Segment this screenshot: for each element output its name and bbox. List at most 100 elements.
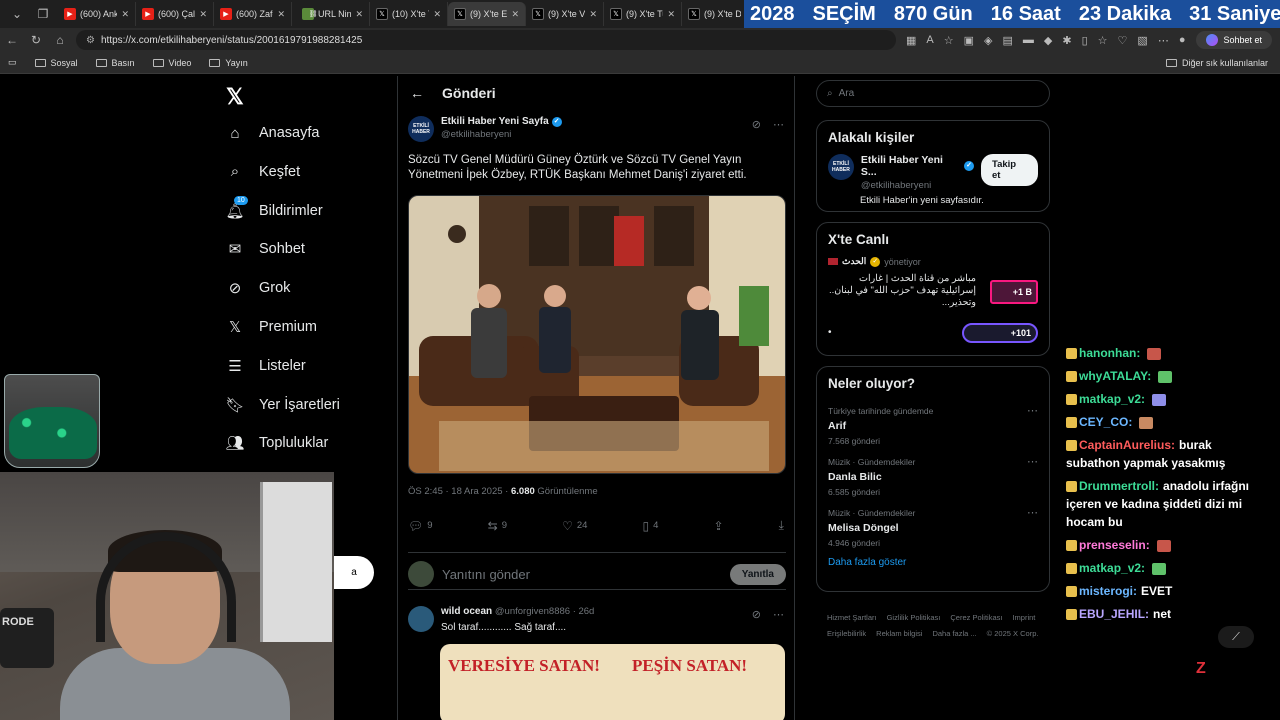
- read-aloud-icon[interactable]: A: [926, 34, 933, 47]
- browser-tab[interactable]: ▶ (600) Zafer ✕: [214, 2, 292, 26]
- nav-item-listeler[interactable]: ☰ Listeler: [226, 357, 305, 375]
- footer-link[interactable]: Reklam bilgisi: [876, 626, 922, 642]
- footer-link[interactable]: Imprint: [1012, 610, 1035, 626]
- split-screen-icon[interactable]: ▯: [1082, 34, 1088, 47]
- other-bookmarks-folder[interactable]: Diğer sık kullanılanlar: [1165, 58, 1268, 68]
- post-photo[interactable]: [408, 195, 786, 474]
- extension-icon[interactable]: ◈: [984, 34, 992, 47]
- footer-link[interactable]: © 2025 X Corp.: [987, 626, 1039, 642]
- url-field[interactable]: ⚙ https://x.com/etkilihaberyeni/status/2…: [76, 30, 896, 50]
- reply-action[interactable]: 💬︎ 9: [408, 518, 433, 533]
- extension-icon[interactable]: ▬: [1023, 34, 1034, 47]
- like-action[interactable]: ♡ 24: [562, 518, 587, 533]
- reply-input[interactable]: Yanıtını gönder: [442, 567, 722, 582]
- close-tab-icon[interactable]: ✕: [667, 9, 675, 20]
- favorites-icon[interactable]: ☆: [1098, 34, 1108, 47]
- nav-item-grok[interactable]: ⊘ Grok: [226, 279, 291, 297]
- tab-actions-icon[interactable]: ⌄: [8, 5, 26, 23]
- nav-item-bildirimler[interactable]: 🔔︎ 10 Bildirimler: [225, 195, 323, 220]
- post-more-icon[interactable]: ⋯: [773, 608, 784, 621]
- trend-more-icon[interactable]: ⋯: [1027, 506, 1038, 519]
- extension-icon[interactable]: ◆: [1044, 34, 1052, 47]
- x-logo-icon[interactable]: 𝕏: [226, 84, 244, 110]
- back-arrow-icon[interactable]: ←: [410, 85, 424, 101]
- browser-tab[interactable]: ▶ (600) Anka ✕: [58, 2, 136, 26]
- heart-icon[interactable]: ♡: [1118, 34, 1128, 47]
- close-tab-icon[interactable]: ✕: [199, 9, 207, 20]
- browser-tab[interactable]: 𝕏 (10) X'te Tü ✕: [370, 2, 448, 26]
- follow-button[interactable]: Takip et: [981, 154, 1039, 186]
- nav-item-yer-i-şaretleri[interactable]: 🔖︎ Yer İşaretleri: [225, 396, 339, 414]
- grok-explain-icon[interactable]: ⊘: [752, 608, 761, 621]
- browser-tab[interactable]: 𝕏 (9) X'te Etki✕: [448, 2, 526, 26]
- extension-icon[interactable]: ▣: [964, 34, 974, 47]
- browser-tab[interactable]: ⛓URL Ninja✕: [292, 2, 370, 26]
- hidden-post-button[interactable]: a: [334, 556, 374, 589]
- reply-button[interactable]: Yanıtla: [729, 563, 786, 585]
- close-tab-icon[interactable]: ✕: [121, 9, 129, 20]
- nav-item-premium[interactable]: 𝕏 Premium: [226, 318, 317, 336]
- favorite-star-icon[interactable]: ☆: [944, 34, 954, 47]
- trend-item[interactable]: Türkiye tarihinde gündemde Arif 7.568 gönd…: [817, 400, 1049, 451]
- related-avatar[interactable]: ETKİLİ HABER: [828, 154, 854, 180]
- workspaces-icon[interactable]: ❐: [34, 5, 52, 23]
- reply-image[interactable]: VERESİYE SATAN! PEŞİN SATAN!: [440, 644, 785, 720]
- more-menu-icon[interactable]: ⋯: [1158, 34, 1169, 47]
- grid-icon[interactable]: ▦: [906, 34, 916, 47]
- footer-link[interactable]: Hizmet Şartları: [827, 610, 877, 626]
- puzzle-icon[interactable]: ✱: [1062, 34, 1071, 47]
- browser-tab[interactable]: 𝕏 (9) X'te Vis✕: [526, 2, 604, 26]
- chat-bubble-icon[interactable]: ⟋: [1218, 626, 1254, 648]
- trend-item[interactable]: Müzik · Gündemdekiler Danla Bilic 6.585 gö…: [817, 451, 1049, 502]
- footer-link[interactable]: Çerez Politikası: [950, 610, 1002, 626]
- close-tab-icon[interactable]: ✕: [433, 9, 441, 20]
- browser-tab[interactable]: ▶ (600) Çalışı✕: [136, 2, 214, 26]
- home-browser-icon[interactable]: ⌂: [48, 33, 72, 47]
- bookmarks-toggle-icon[interactable]: ▭: [8, 57, 17, 68]
- close-tab-icon[interactable]: ✕: [355, 9, 363, 20]
- live-viewers-badge[interactable]: +1 B: [990, 280, 1038, 304]
- extension-icon[interactable]: ▤: [1003, 34, 1013, 47]
- download-action[interactable]: ⤓: [779, 518, 784, 533]
- footer-link[interactable]: Daha fazla ...: [932, 626, 976, 642]
- author-name-row[interactable]: Etkili Haber Yeni Sayfa ✓: [441, 116, 562, 127]
- live-listeners[interactable]: +101: [962, 323, 1038, 343]
- related-person[interactable]: ETKİLİ HABER Etkili Haber Yeni S... ✓ @et…: [817, 154, 1049, 191]
- search-box[interactable]: ⌕ Ara: [816, 80, 1050, 107]
- live-host-row[interactable]: الحدث ✓ yönetiyor: [817, 256, 1049, 267]
- post-timestamp[interactable]: ÖS 2:45 · 18 Ara 2025 ·: [408, 486, 508, 497]
- reply-post[interactable]: wild ocean @unforgiven8886 · 26d Sol tar…: [408, 606, 786, 720]
- site-info-icon[interactable]: ⚙: [86, 35, 95, 46]
- bookmark-folder[interactable]: Sosyal: [34, 58, 78, 68]
- author-avatar[interactable]: ETKİLİ HABER: [408, 116, 434, 142]
- reply-author-name[interactable]: wild ocean: [441, 606, 492, 617]
- nav-item-anasayfa[interactable]: ⌂ Anasayfa: [226, 124, 319, 142]
- copilot-chat-button[interactable]: Sohbet et: [1196, 31, 1272, 49]
- repost-action[interactable]: ⇆ 9: [488, 518, 507, 533]
- live-text[interactable]: مباشر من قناة الحدث | غارات إسرائيلية ته…: [817, 267, 987, 309]
- show-more-link[interactable]: Daha fazla göster: [817, 553, 1049, 578]
- nav-item-keşfet[interactable]: ⌕ Keşfet: [226, 163, 300, 181]
- reply-author-avatar[interactable]: [408, 606, 434, 632]
- nav-item-topluluklar[interactable]: 👥︎ Topluluklar: [225, 434, 328, 452]
- grok-explain-icon[interactable]: ⊘: [752, 118, 761, 131]
- refresh-icon[interactable]: ↻: [24, 33, 48, 47]
- trend-more-icon[interactable]: ⋯: [1027, 404, 1038, 417]
- back-icon[interactable]: ←: [0, 33, 24, 47]
- bookmark-action[interactable]: ▯ 4: [643, 518, 659, 533]
- trend-item[interactable]: Müzik · Gündemdekiler Melisa Döngel 4.946 …: [817, 502, 1049, 553]
- bookmark-folder[interactable]: Video: [152, 58, 191, 68]
- footer-link[interactable]: Gizlilik Politikası: [887, 610, 941, 626]
- close-tab-icon[interactable]: ✕: [589, 9, 597, 20]
- footer-link[interactable]: Erişilebilirlik: [827, 626, 866, 642]
- profile-avatar[interactable]: ●: [1179, 34, 1186, 47]
- post-more-icon[interactable]: ⋯: [773, 118, 784, 131]
- collections-icon[interactable]: ▧: [1137, 34, 1147, 47]
- close-tab-icon[interactable]: ✕: [277, 9, 285, 20]
- close-tab-icon[interactable]: ✕: [511, 9, 519, 20]
- bookmark-folder[interactable]: Basın: [95, 58, 135, 68]
- trend-more-icon[interactable]: ⋯: [1027, 455, 1038, 468]
- browser-tab[interactable]: 𝕏 (9) X'te Tur ✕: [604, 2, 682, 26]
- bookmark-folder[interactable]: Yayın: [209, 58, 248, 68]
- share-action[interactable]: ⇪: [714, 518, 724, 533]
